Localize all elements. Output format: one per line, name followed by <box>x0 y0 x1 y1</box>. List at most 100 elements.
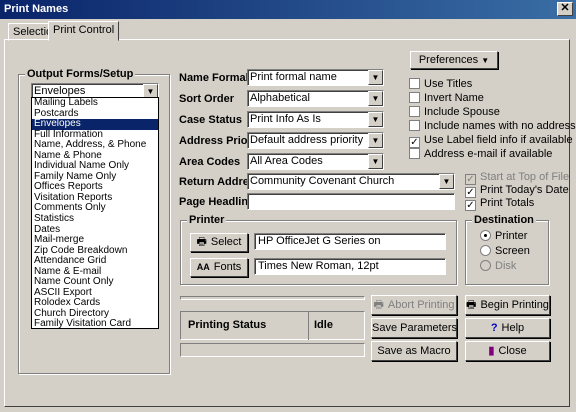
print-option-checkbox[interactable]: ✓ Print Today's Date <box>465 184 569 198</box>
printer-icon: 🖶 <box>373 299 384 311</box>
destination-title: Destination <box>472 214 536 226</box>
save-macro-label: Save as Macro <box>377 345 451 357</box>
case-status-dropdown[interactable]: Print Info As Is ▼ <box>247 111 384 128</box>
option-checkbox[interactable]: Address e-mail if available <box>409 148 552 161</box>
chevron-down-icon[interactable]: ▼ <box>368 112 383 127</box>
checkbox-box[interactable] <box>409 148 420 159</box>
printer-title: Printer <box>187 214 227 226</box>
close-window-button[interactable]: ✕ <box>557 2 573 16</box>
status-message-bar <box>180 343 365 357</box>
chevron-down-icon[interactable]: ▼ <box>368 70 383 85</box>
case-status-value: Print Info As Is <box>250 113 321 125</box>
door-exit-icon: ▮ <box>488 345 495 357</box>
area-codes-value: All Area Codes <box>250 155 323 167</box>
area-codes-label: Area Codes <box>179 156 241 168</box>
page-headline-input[interactable] <box>247 193 455 210</box>
begin-printing-button[interactable]: 🖶 Begin Printing <box>465 295 550 315</box>
option-label: Invert Name <box>424 92 484 104</box>
progress-bar <box>180 296 365 300</box>
return-address-value: Community Covenant Church <box>250 175 395 187</box>
radio-button-icon[interactable] <box>480 260 491 271</box>
option-label: Address e-mail if available <box>424 148 553 160</box>
begin-label: Begin Printing <box>480 299 549 311</box>
list-item[interactable]: Statistics <box>32 214 158 225</box>
list-item[interactable]: Mailing Labels <box>32 98 158 109</box>
destination-radio[interactable]: Screen <box>480 245 530 257</box>
sort-order-value: Alphabetical <box>250 92 310 104</box>
fonts-label: Fonts <box>213 261 242 273</box>
list-item[interactable]: Family Visitation Card <box>32 319 158 328</box>
chevron-down-icon[interactable]: ▼ <box>368 154 383 169</box>
option-checkbox[interactable]: Invert Name <box>409 92 484 105</box>
output-form-selected: Envelopes <box>34 85 86 97</box>
destination-label: Disk <box>495 260 517 272</box>
case-status-label: Case Status <box>179 114 242 126</box>
printer-name-field: HP OfficeJet G Series on <box>254 233 446 250</box>
font-field: Times New Roman, 12pt <box>254 258 446 275</box>
printer-icon: 🖶 <box>466 299 477 311</box>
name-formality-dropdown[interactable]: Print formal name ▼ <box>247 69 384 86</box>
tab-print-control[interactable]: Print Control <box>48 21 120 41</box>
checkbox-box[interactable] <box>409 78 420 89</box>
radio-button-icon[interactable] <box>480 230 491 241</box>
destination-radio[interactable]: Printer <box>480 230 527 242</box>
sort-order-label: Sort Order <box>179 93 235 105</box>
abort-printing-button[interactable]: 🖶 Abort Printing <box>371 295 457 315</box>
destination-radio[interactable]: Disk <box>480 260 516 272</box>
printer-icon: 🖶 <box>196 236 207 248</box>
print-option-label: Print Totals <box>480 197 535 209</box>
preferences-label: Preferences <box>418 54 479 66</box>
sort-order-dropdown[interactable]: Alphabetical ▼ <box>247 90 384 107</box>
option-label: Use Label field info if available <box>424 134 573 146</box>
printing-status-value: Idle <box>314 319 333 331</box>
return-address-dropdown[interactable]: Community Covenant Church ▼ <box>247 173 455 190</box>
chevron-down-icon[interactable]: ▼ <box>368 91 383 106</box>
save-as-macro-button[interactable]: Save as Macro <box>371 341 457 361</box>
option-label: Use Titles <box>424 78 473 90</box>
address-priority-value: Default address priority <box>250 134 364 146</box>
select-printer-button[interactable]: 🖶 Select <box>190 233 248 252</box>
abort-label: Abort Printing <box>387 299 455 311</box>
triangle-down-icon: ▼ <box>481 56 490 65</box>
fonts-button[interactable]: AA Fonts <box>190 258 248 277</box>
output-forms-title: Output Forms/Setup <box>25 68 136 80</box>
option-label: Include Spouse <box>424 106 500 118</box>
save-params-label: Save Parameters <box>372 322 457 334</box>
save-parameters-button[interactable]: Save Parameters <box>371 318 457 338</box>
print-option-checkbox[interactable]: ✓ Print Totals <box>465 197 534 211</box>
option-checkbox[interactable]: ✓ Use Label field info if available <box>409 134 573 148</box>
close-button[interactable]: ▮ Close <box>465 341 550 361</box>
checkbox-box[interactable] <box>409 92 420 103</box>
option-checkbox[interactable]: Include Spouse <box>409 106 500 119</box>
checkmark-icon[interactable]: ✓ <box>409 137 420 148</box>
select-label: Select <box>210 236 242 248</box>
status-divider <box>308 311 309 340</box>
option-checkbox[interactable]: Include names with no address <box>409 120 576 133</box>
checkmark-icon[interactable]: ✓ <box>465 200 476 211</box>
radio-button-icon[interactable] <box>480 245 491 256</box>
help-label: Help <box>501 322 525 334</box>
destination-label: Printer <box>495 230 528 242</box>
chevron-down-icon[interactable]: ▼ <box>368 133 383 148</box>
font-icon: AA <box>196 262 210 272</box>
address-priority-dropdown[interactable]: Default address priority ▼ <box>247 132 384 149</box>
output-form-list[interactable]: Mailing Labels Postcards Envelopes Full Inf… <box>31 97 159 329</box>
title-bar: Print Names ✕ <box>0 0 576 19</box>
window-title: Print Names <box>4 3 69 15</box>
printing-status-label: Printing Status <box>188 319 267 331</box>
chevron-down-icon[interactable]: ▼ <box>439 174 454 189</box>
preferences-button[interactable]: Preferences ▼ <box>410 51 498 69</box>
checkbox-box[interactable] <box>409 106 420 117</box>
print-option-checkbox[interactable]: ✓ Start at Top of File <box>465 171 569 185</box>
close-label: Close <box>498 345 527 357</box>
question-icon: ? <box>490 322 498 334</box>
destination-label: Screen <box>495 245 530 257</box>
print-option-label: Start at Top of File <box>480 171 570 183</box>
area-codes-dropdown[interactable]: All Area Codes ▼ <box>247 153 384 170</box>
help-button[interactable]: ? Help <box>465 318 550 338</box>
print-option-label: Print Today's Date <box>480 184 569 196</box>
name-formality-value: Print formal name <box>250 71 337 83</box>
page-headline-label: Page Headline <box>179 196 255 208</box>
checkbox-box[interactable] <box>409 120 420 131</box>
option-checkbox[interactable]: Use Titles <box>409 78 472 91</box>
